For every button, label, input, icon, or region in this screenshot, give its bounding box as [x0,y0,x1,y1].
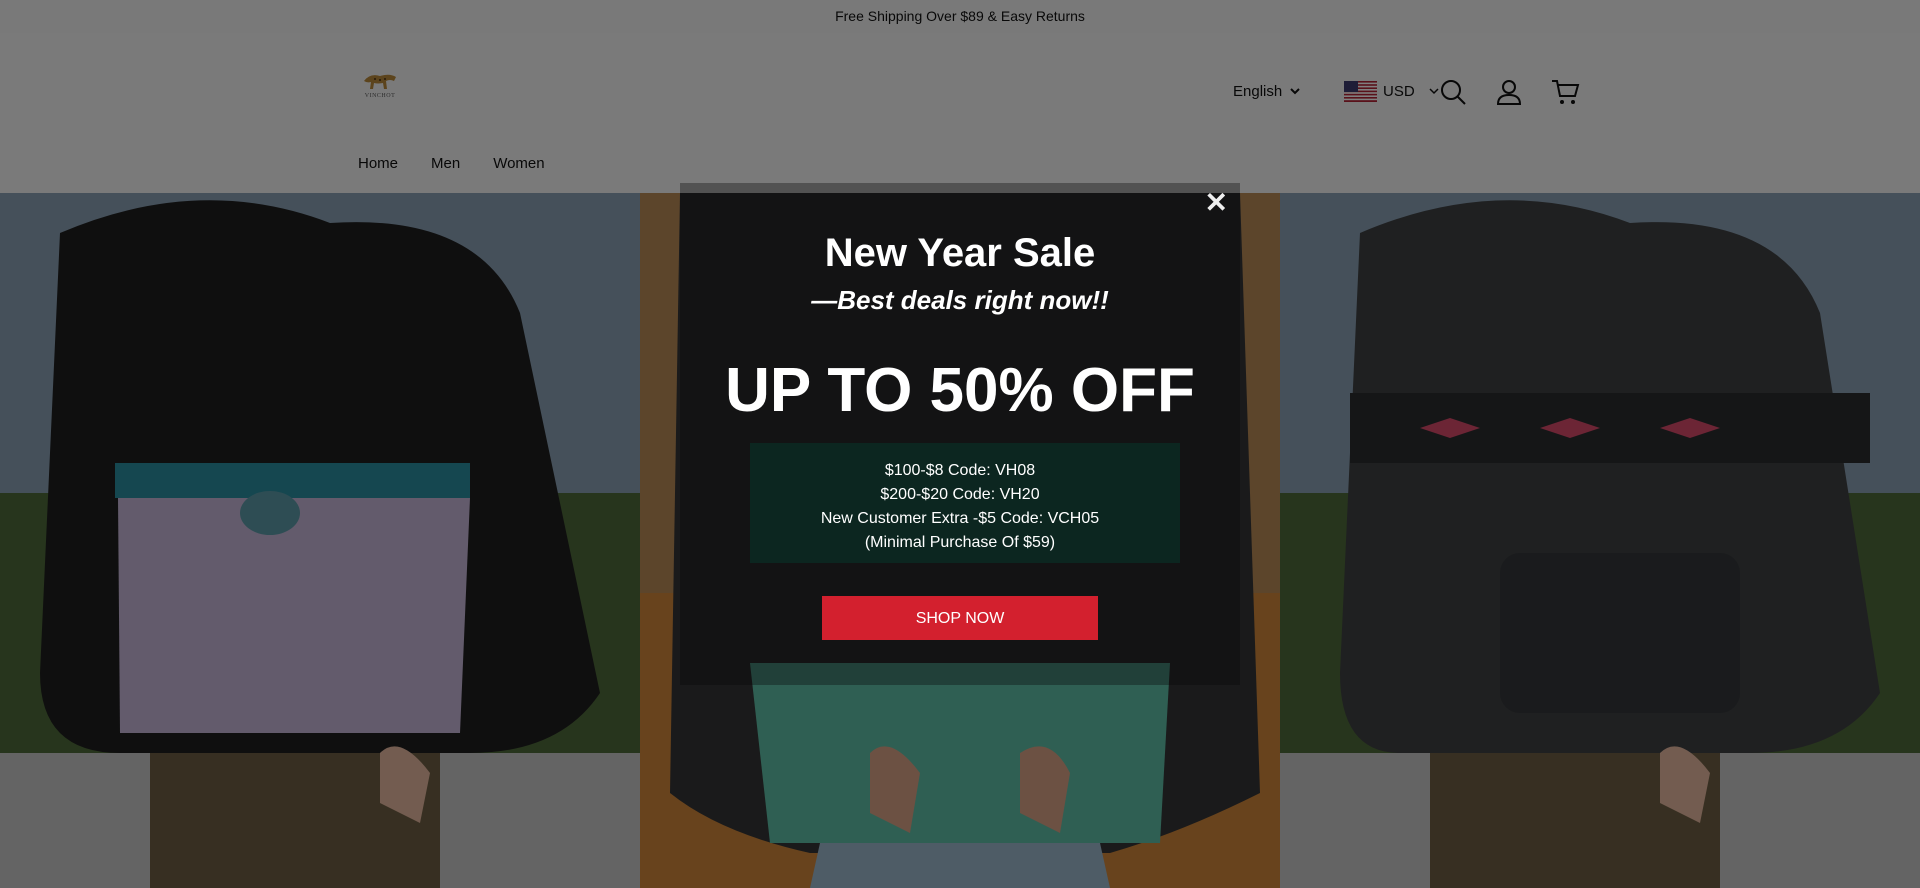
popup-subtitle: —Best deals right now!! [811,285,1109,315]
promo-popup: ✕ New Year Sale —Best deals right now!! … [680,183,1240,685]
close-icon[interactable]: ✕ [1205,189,1228,217]
promo-code-note: (Minimal Purchase Of $59) [864,534,1056,551]
promo-code-line: $100-$8 Code: VH08 [884,462,1036,479]
promo-code-line: New Customer Extra -$5 Code: VCH05 [820,510,1100,527]
promo-code-line: $200-$20 Code: VH20 [880,486,1040,503]
popup-codes: $100-$8 Code: VH08 $200-$20 Code: VH20 N… [680,459,1240,555]
popup-title: New Year Sale [824,231,1096,275]
popup-headline: UP TO 50% OFF [725,356,1195,425]
shop-now-button[interactable]: SHOP NOW [822,596,1098,640]
